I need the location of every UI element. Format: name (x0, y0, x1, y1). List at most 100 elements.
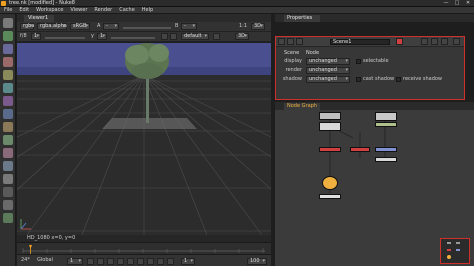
shadow-label: shadow (282, 76, 302, 82)
render-dropdown[interactable]: unchanged (306, 67, 350, 74)
skip-end-button[interactable] (167, 258, 174, 265)
colorspace-dropdown[interactable]: sRGB (70, 23, 90, 30)
node-scanline-render[interactable] (375, 147, 397, 152)
menu-file[interactable]: File (4, 7, 12, 13)
node-dot-selected[interactable] (322, 176, 338, 190)
node-read1[interactable] (319, 122, 341, 131)
b-input-dropdown[interactable]: - (181, 23, 197, 30)
a-label: A (97, 23, 101, 29)
node-collapse-button[interactable] (278, 38, 285, 45)
viewer-3d-viewport[interactable] (17, 43, 271, 235)
color-icon[interactable] (3, 70, 13, 80)
gain-field[interactable]: 1 (31, 33, 41, 40)
f-stop-label: f/8 (20, 33, 27, 39)
menu-workspace[interactable]: Workspace (36, 7, 63, 13)
image-icon[interactable] (3, 18, 13, 28)
ocula-icon[interactable] (3, 213, 13, 223)
shadow-dropdown[interactable]: unchanged (306, 76, 350, 83)
clip-warning-button[interactable] (161, 33, 168, 40)
tab-scene[interactable]: Scene (284, 50, 299, 56)
stop-button[interactable] (127, 258, 134, 265)
view-mode-dropdown[interactable]: 3D (251, 23, 265, 30)
menu-render[interactable]: Render (94, 7, 112, 13)
transform-icon[interactable] (3, 122, 13, 132)
node-readgeo1[interactable] (319, 112, 341, 120)
in-frame-field[interactable]: 1 (67, 258, 83, 265)
node-undo-button[interactable] (296, 38, 303, 45)
prev-key-button[interactable] (97, 258, 104, 265)
merge-icon[interactable] (3, 109, 13, 119)
lock-camera-button[interactable] (213, 33, 220, 40)
a-input-dropdown[interactable]: - (103, 23, 119, 30)
node-viewer1[interactable] (319, 194, 341, 199)
node-close-button[interactable] (453, 38, 460, 45)
channels-dropdown[interactable]: rgba (20, 23, 34, 30)
maximize-button[interactable]: □ (453, 1, 461, 6)
views-icon[interactable] (3, 148, 13, 158)
skip-start-button[interactable] (87, 258, 94, 265)
next-frame-button[interactable] (147, 258, 154, 265)
time-icon[interactable] (3, 44, 13, 54)
gamma-label: y (91, 33, 94, 39)
node-write[interactable] (375, 157, 397, 162)
node-camera[interactable] (350, 147, 370, 152)
selectable-label: selectable (363, 58, 389, 64)
draw-icon[interactable] (3, 31, 13, 41)
selectable-checkbox[interactable] (356, 59, 361, 64)
play-back-button[interactable] (117, 258, 124, 265)
alpha-dropdown[interactable]: rgba.alpha (37, 23, 67, 30)
menu-cache[interactable]: Cache (119, 7, 135, 13)
proxy-scale[interactable]: 1:1 (239, 23, 247, 30)
status-text: HD_1080 x=0, y=0 (27, 235, 76, 241)
gamma-slider[interactable] (111, 37, 155, 39)
fps-field[interactable]: 24* (21, 257, 30, 264)
menu-viewer[interactable]: Viewer (70, 7, 87, 13)
node-read2[interactable] (375, 112, 397, 121)
tab-node-graph[interactable]: Node Graph (284, 103, 320, 110)
menu-edit[interactable]: Edit (19, 7, 29, 13)
time-mode-label[interactable]: Global (37, 257, 53, 264)
close-button[interactable]: ✕ (464, 1, 472, 6)
channel-icon[interactable] (3, 57, 13, 67)
3d-icon[interactable] (3, 135, 13, 145)
gain-slider[interactable] (45, 37, 85, 39)
tab-node[interactable]: Node (306, 50, 319, 56)
viewer-controls-row2: f/8 1 y 1 default 3D (17, 32, 271, 42)
other-icon[interactable] (3, 187, 13, 197)
timeline[interactable] (17, 242, 271, 254)
metadata-icon[interactable] (3, 161, 13, 171)
node-scene[interactable] (319, 147, 341, 152)
prev-frame-button[interactable] (107, 258, 114, 265)
menu-help[interactable]: Help (142, 7, 153, 13)
tab-properties[interactable]: Properties (284, 15, 320, 22)
furnace-icon[interactable] (3, 200, 13, 210)
zoom-dropdown[interactable]: 3D (235, 33, 249, 40)
filter-icon[interactable] (3, 83, 13, 93)
minimap-canvas (447, 242, 460, 259)
next-key-button[interactable] (157, 258, 164, 265)
roi-button[interactable] (170, 33, 177, 40)
node-help-icon[interactable] (441, 38, 448, 45)
display-label: display (284, 58, 302, 64)
node-help-button[interactable] (287, 38, 294, 45)
node-name-field[interactable]: Scene1 (330, 39, 390, 45)
node-float-button[interactable] (431, 38, 438, 45)
receive-shadow-checkbox[interactable] (396, 77, 401, 82)
node-revert-button[interactable] (421, 38, 428, 45)
node-transform[interactable] (375, 122, 397, 127)
minimize-button[interactable]: — (442, 1, 450, 6)
node-graph-minimap[interactable] (440, 238, 470, 264)
node-color-button[interactable] (396, 38, 403, 45)
tab-viewer1[interactable]: Viewer1 (24, 15, 54, 22)
out-frame-field[interactable]: 100 (247, 258, 267, 265)
wipe-slider[interactable] (123, 27, 171, 29)
toolsets-icon[interactable] (3, 174, 13, 184)
play-button[interactable] (137, 258, 144, 265)
display-dropdown[interactable]: unchanged (306, 58, 350, 65)
increment-field[interactable]: 1 (181, 258, 195, 265)
cast-shadow-checkbox[interactable] (356, 77, 361, 82)
window-controls: — □ ✕ (442, 1, 472, 6)
camera-dropdown[interactable]: default (181, 33, 209, 40)
keyer-icon[interactable] (3, 96, 13, 106)
gamma-field[interactable]: 1 (97, 33, 107, 40)
